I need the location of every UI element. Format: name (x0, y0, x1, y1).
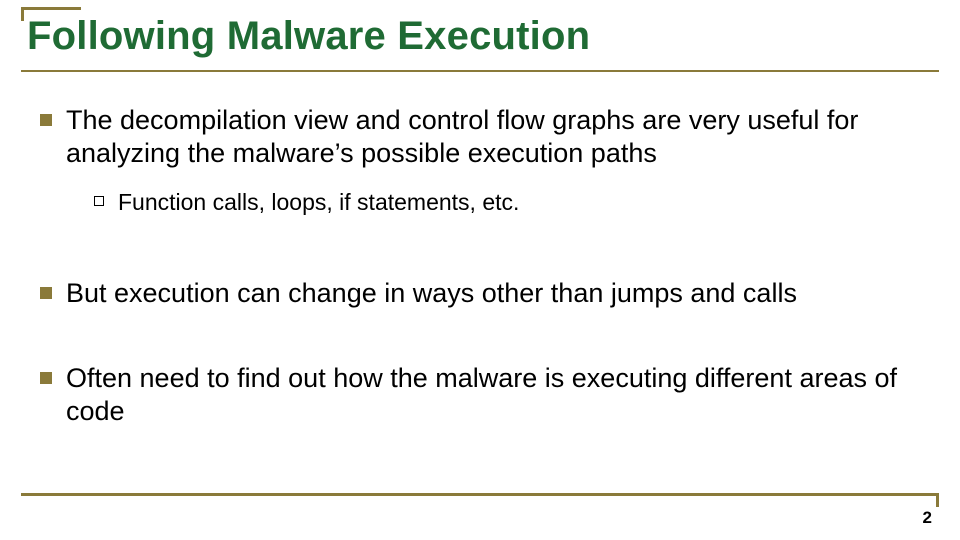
bullet-item: Often need to find out how the malware i… (40, 362, 930, 428)
open-square-bullet-icon (94, 196, 104, 206)
page-number: 2 (923, 508, 932, 528)
square-bullet-icon (40, 287, 52, 299)
spacer (40, 328, 930, 362)
footer-rule (21, 493, 939, 496)
title-underline (21, 70, 939, 72)
bullet-item: But execution can change in ways other t… (40, 277, 930, 310)
footer-rule-tail (936, 494, 939, 507)
bullet-text: But execution can change in ways other t… (66, 277, 930, 310)
sub-bullet-item: Function calls, loops, if statements, et… (94, 188, 930, 217)
slide-content: The decompilation view and control flow … (40, 104, 930, 445)
slide-title: Following Malware Execution (27, 14, 590, 59)
bullet-text: The decompilation view and control flow … (66, 104, 930, 170)
bullet-text: Often need to find out how the malware i… (66, 362, 930, 428)
square-bullet-icon (40, 114, 52, 126)
slide: Following Malware Execution The decompil… (0, 0, 960, 540)
sub-bullet-text: Function calls, loops, if statements, et… (118, 188, 930, 217)
spacer (40, 243, 930, 277)
bullet-item: The decompilation view and control flow … (40, 104, 930, 170)
square-bullet-icon (40, 372, 52, 384)
